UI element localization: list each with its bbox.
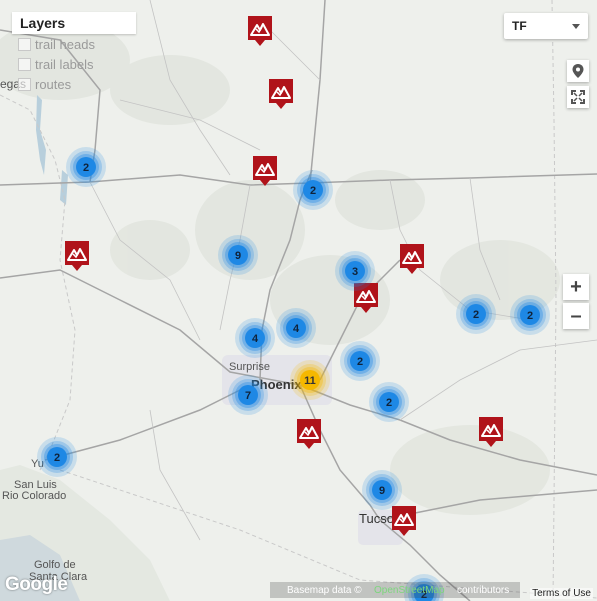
cluster-count: 2: [357, 356, 363, 368]
location-pin-icon: [572, 64, 584, 78]
layer-label: trail labels: [35, 56, 94, 72]
cluster-marker[interactable]: 2: [340, 341, 380, 381]
fullscreen-icon: [571, 90, 585, 104]
layer-routes[interactable]: routes: [12, 74, 136, 94]
cluster-count: 9: [235, 250, 241, 262]
cluster-marker[interactable]: 4: [276, 308, 316, 348]
layer-label: trail heads: [35, 36, 95, 52]
cluster-count: 2: [310, 185, 316, 197]
map-label-surprise: Surprise: [229, 361, 270, 373]
layer-label: routes: [35, 76, 72, 92]
cluster-marker[interactable]: 7: [228, 375, 268, 415]
fullscreen-button[interactable]: [567, 86, 589, 108]
cluster-count: 2: [54, 452, 60, 464]
map-label-rio-colorado: Rio Colorado: [2, 490, 66, 502]
cluster-marker[interactable]: 2: [66, 147, 106, 187]
terms-of-use-link[interactable]: Terms of Use: [530, 588, 593, 599]
layer-trail-heads[interactable]: trail heads: [12, 34, 136, 54]
locate-button[interactable]: [567, 60, 589, 82]
cluster-count: 3: [352, 266, 358, 278]
cluster-count: 2: [83, 162, 89, 174]
chevron-down-icon: [572, 23, 580, 29]
attribution-osm-link[interactable]: OpenStreetMap: [374, 585, 445, 596]
checkbox[interactable]: [18, 77, 31, 91]
zoom-in-button[interactable]: +: [563, 274, 589, 300]
map-label-tucson: Tucso: [359, 511, 394, 526]
attribution-contributors: contributors: [457, 585, 510, 596]
filter-select-value: TF: [512, 19, 527, 33]
zoom-out-button[interactable]: –: [563, 303, 589, 329]
map-label-golfo: Golfo de: [34, 559, 76, 571]
cluster-marker[interactable]: 2: [369, 382, 409, 422]
google-logo: Google: [5, 574, 68, 595]
cluster-marker[interactable]: 9: [362, 470, 402, 510]
attribution-basemap: Basemap data ©: [287, 585, 362, 596]
layers-panel: Layers trail heads trail labels routes: [12, 12, 136, 94]
cluster-marker[interactable]: 9: [218, 235, 258, 275]
cluster-marker[interactable]: 3: [335, 251, 375, 291]
cluster-marker[interactable]: 11: [290, 360, 330, 400]
layers-title: Layers: [12, 12, 136, 34]
filter-select[interactable]: TF: [504, 13, 588, 39]
layer-trail-labels[interactable]: trail labels: [12, 54, 136, 74]
cluster-count: 11: [304, 375, 316, 387]
checkbox[interactable]: [18, 37, 31, 51]
cluster-count: 2: [386, 397, 392, 409]
cluster-count: 7: [245, 390, 251, 402]
cluster-count: 2: [527, 310, 533, 322]
cluster-marker[interactable]: 4: [235, 318, 275, 358]
checkbox[interactable]: [18, 57, 31, 71]
cluster-marker[interactable]: 2: [37, 437, 77, 477]
cluster-count: 4: [252, 333, 259, 345]
cluster-count: 4: [293, 323, 300, 335]
cluster-marker[interactable]: 2: [510, 295, 550, 335]
cluster-count: 2: [473, 309, 479, 321]
cluster-count: 9: [379, 485, 385, 497]
cluster-marker[interactable]: 2: [293, 170, 333, 210]
cluster-marker[interactable]: 2: [456, 294, 496, 334]
